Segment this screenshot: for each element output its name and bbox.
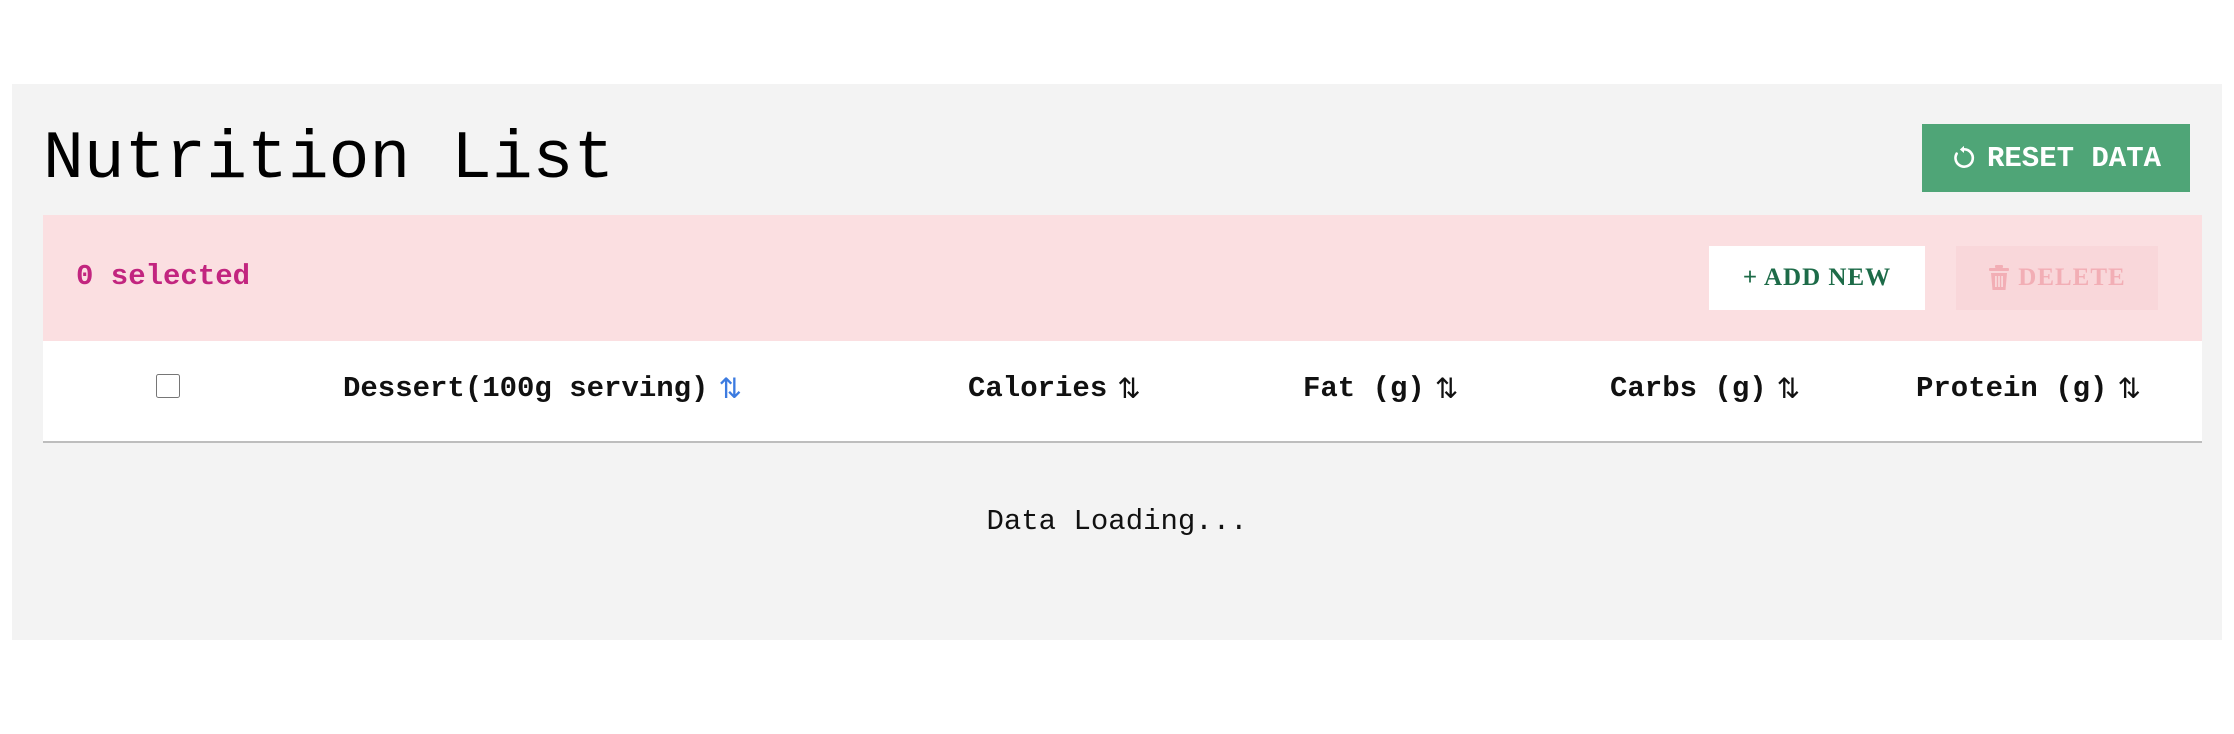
page-title: Nutrition List <box>43 121 615 198</box>
selected-count: 0 selected <box>76 260 251 293</box>
select-all-checkbox[interactable] <box>156 374 180 398</box>
sort-icon[interactable]: ⇅ <box>2117 369 2140 409</box>
table-header: Dessert(100g serving) ⇅ Calories ⇅ Fat (… <box>43 341 2202 443</box>
delete-label: DELETE <box>2018 264 2126 291</box>
nutrition-list-panel: Nutrition List RESET DATA 0 selected + A… <box>12 84 2222 640</box>
column-header-fat[interactable]: Fat (g) ⇅ <box>1303 369 1458 409</box>
loading-status: Data Loading... <box>986 505 1248 538</box>
column-header-calories[interactable]: Calories ⇅ <box>968 369 1141 409</box>
add-new-button[interactable]: + ADD NEW <box>1709 246 1925 310</box>
column-label: Calories <box>968 372 1108 405</box>
sort-icon[interactable]: ⇅ <box>718 369 741 409</box>
column-header-dessert[interactable]: Dessert(100g serving) ⇅ <box>343 369 742 409</box>
column-label: Protein (g) <box>1916 372 2108 405</box>
column-label: Fat (g) <box>1303 372 1425 405</box>
refresh-icon <box>1954 145 1975 168</box>
sort-icon[interactable]: ⇅ <box>1777 369 1800 409</box>
column-header-carbs[interactable]: Carbs (g) ⇅ <box>1610 369 1800 409</box>
sort-icon[interactable]: ⇅ <box>1117 369 1140 409</box>
reset-data-label: RESET DATA <box>1986 141 2162 175</box>
reset-data-button[interactable]: RESET DATA <box>1922 124 2190 192</box>
column-header-protein[interactable]: Protein (g) ⇅ <box>1916 369 2141 409</box>
sort-icon[interactable]: ⇅ <box>1435 369 1458 409</box>
delete-button[interactable]: DELETE <box>1956 246 2158 310</box>
column-label: Dessert(100g serving) <box>343 372 709 405</box>
trash-icon <box>1989 265 2010 290</box>
selection-toolbar: 0 selected + ADD NEW DELETE <box>43 215 2202 341</box>
column-label: Carbs (g) <box>1610 372 1767 405</box>
